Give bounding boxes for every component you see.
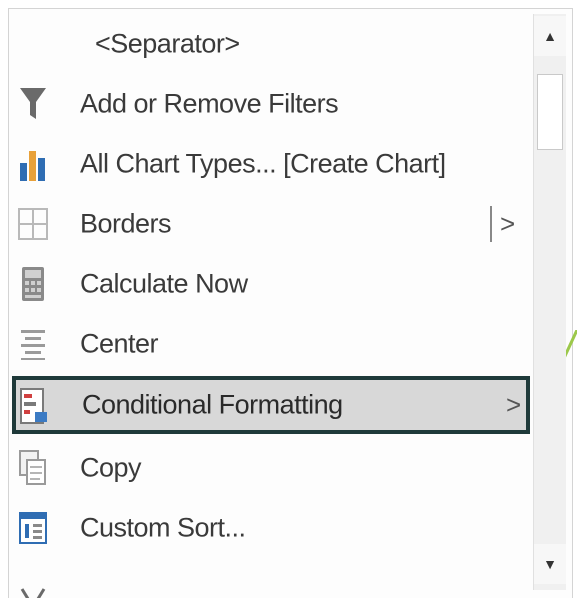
calculator-icon xyxy=(16,264,50,304)
list-item-label: Add or Remove Filters xyxy=(80,88,339,119)
custom-sort-icon xyxy=(16,508,50,548)
list-item-label: Conditional Formatting xyxy=(82,389,343,420)
list-item-conditional-formatting[interactable]: Conditional Formatting > xyxy=(12,376,530,434)
arrow-up-icon: ▲ xyxy=(543,28,557,44)
list-item-borders[interactable]: Borders > xyxy=(10,194,530,254)
arrow-down-icon: ▼ xyxy=(543,556,557,572)
filter-icon xyxy=(16,84,50,124)
bar-chart-icon xyxy=(16,144,50,184)
list-item-all-chart-types[interactable]: All Chart Types... [Create Chart] xyxy=(10,134,530,194)
list-item-calculate-now[interactable]: Calculate Now xyxy=(10,254,530,314)
scroll-up-button[interactable]: ▲ xyxy=(534,16,566,56)
list-item-label: Custom Sort... xyxy=(80,512,246,543)
list-item-separator[interactable]: <Separator> xyxy=(10,14,530,74)
scroll-down-button[interactable]: ▼ xyxy=(534,544,566,584)
list-item-center[interactable]: Center xyxy=(10,314,530,374)
list-item-custom-sort[interactable]: Custom Sort... xyxy=(10,498,530,558)
chevron-right-icon: > xyxy=(500,208,516,239)
borders-icon xyxy=(16,204,50,244)
submenu-divider xyxy=(490,206,492,242)
list-item-cut[interactable] xyxy=(10,558,530,598)
copy-icon xyxy=(16,448,50,488)
align-center-icon xyxy=(16,324,50,364)
list-item-copy[interactable]: Copy xyxy=(10,438,530,498)
vertical-scrollbar[interactable]: ▲ ▼ xyxy=(533,14,566,590)
list-item-label: <Separator> xyxy=(95,28,240,59)
list-item-label: All Chart Types... [Create Chart] xyxy=(80,148,446,179)
list-item-label: Borders xyxy=(80,208,172,239)
conditional-formatting-icon xyxy=(18,386,52,426)
chevron-right-icon: > xyxy=(506,389,522,420)
list-item-label: Center xyxy=(80,328,159,359)
cut-icon xyxy=(16,580,50,598)
list-item-label: Copy xyxy=(80,452,142,483)
command-list: <Separator> Add or Remove Filters All Ch… xyxy=(10,14,530,598)
list-item-add-remove-filters[interactable]: Add or Remove Filters xyxy=(10,74,530,134)
scroll-thumb[interactable] xyxy=(537,74,563,150)
list-item-label: Calculate Now xyxy=(80,268,248,299)
